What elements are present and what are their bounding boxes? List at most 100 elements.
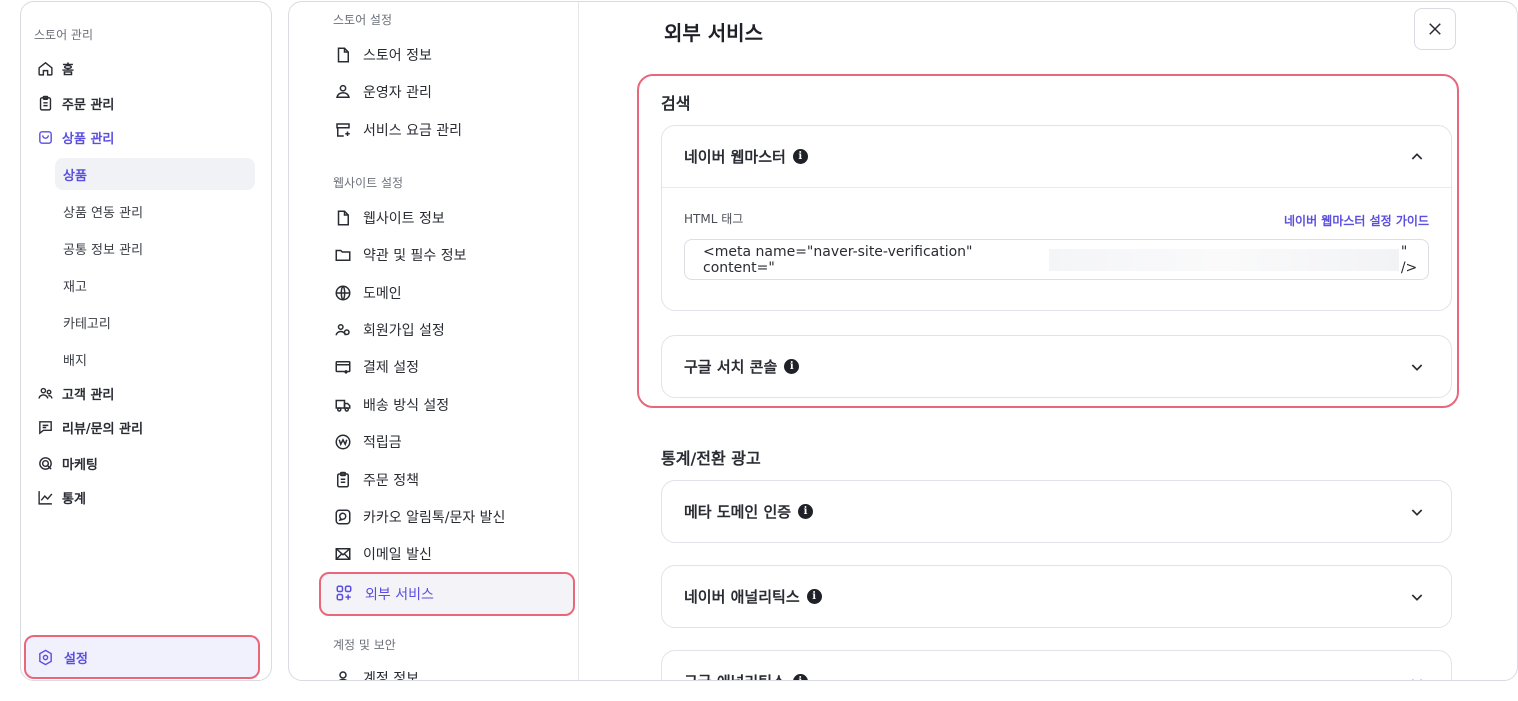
- card-icon: [333, 357, 353, 377]
- nav-item-operators[interactable]: 운영자 관리: [333, 77, 563, 107]
- settings-panel: 스토어 설정 스토어 정보 운영자 관리 서비스 요금 관리 웹사이트 설정 웹…: [288, 1, 1518, 681]
- meta-domain-title: 메타 도메인 인증: [684, 503, 792, 521]
- nav-item-label: 이메일 발신: [363, 547, 432, 563]
- nav-item-service-fee[interactable]: 서비스 요금 관리: [333, 115, 563, 145]
- google-search-console-title: 구글 서치 콘솔: [684, 358, 778, 376]
- naver-analytics-header: 네이버 애널리틱스 i: [662, 566, 1451, 627]
- chevron-up-icon[interactable]: [1409, 149, 1425, 165]
- page-title: 외부 서비스: [664, 21, 763, 45]
- search-group-title: 검색: [661, 94, 691, 113]
- close-button[interactable]: [1414, 8, 1456, 50]
- nav-item-label: 약관 및 필수 정보: [363, 248, 467, 264]
- nav-item-label: 결제 설정: [363, 360, 419, 376]
- sidebar-subitem-products[interactable]: 상품: [55, 158, 255, 190]
- clipboard-icon: [333, 470, 353, 490]
- clipboard-icon: [36, 94, 54, 112]
- target-icon: [36, 454, 54, 472]
- users-icon: [36, 384, 54, 402]
- info-icon[interactable]: i: [798, 504, 814, 519]
- google-analytics-card[interactable]: 구글 애널리틱스 i: [661, 650, 1452, 682]
- sidebar-subitem-common-info[interactable]: 공통 정보 관리: [55, 232, 255, 264]
- info-icon[interactable]: i: [792, 674, 808, 680]
- sidebar-item-home[interactable]: 홈: [31, 53, 253, 83]
- sidebar-item-label: 상품 관리: [62, 131, 115, 147]
- nav-item-external-services[interactable]: 외부 서비스: [319, 572, 575, 616]
- nav-item-order-policy[interactable]: 주문 정책: [333, 465, 563, 495]
- sidebar-item-marketing[interactable]: 마케팅: [31, 448, 253, 478]
- naver-webmaster-header[interactable]: 네이버 웹마스터 i: [662, 126, 1451, 187]
- bag-icon: [36, 128, 54, 146]
- nav-section-store: 스토어 설정: [333, 13, 393, 27]
- nav-item-label: 도메인: [363, 286, 402, 302]
- sidebar-item-settings[interactable]: 설정: [24, 635, 260, 679]
- close-icon: [1429, 23, 1441, 35]
- settings-nav: 스토어 설정 스토어 정보 운영자 관리 서비스 요금 관리 웹사이트 설정 웹…: [289, 2, 579, 680]
- nav-item-label: 적립금: [363, 435, 402, 451]
- meta-tag-redacted: [1048, 248, 1399, 271]
- naver-guide-link[interactable]: 네이버 웹마스터 설정 가이드: [1284, 212, 1429, 229]
- sidebar-item-reviews[interactable]: 리뷰/문의 관리: [31, 412, 253, 442]
- nav-item-label: 웹사이트 정보: [363, 211, 445, 227]
- sidebar-item-customers[interactable]: 고객 관리: [31, 378, 253, 408]
- operator-icon: [333, 82, 353, 102]
- content-area: 외부 서비스 검색 네이버 웹마스터 i HTML 태그 네이버 웹마스터 설정…: [580, 2, 1517, 680]
- nav-item-label: 주문 정책: [363, 473, 419, 489]
- nav-item-label: 카카오 알림톡/문자 발신: [363, 510, 506, 526]
- info-icon[interactable]: i: [792, 149, 808, 164]
- nav-item-payment[interactable]: 결제 설정: [333, 352, 563, 382]
- naver-webmaster-card: 네이버 웹마스터 i HTML 태그 네이버 웹마스터 설정 가이드 <meta…: [661, 125, 1452, 311]
- chevron-down-icon[interactable]: [1409, 359, 1425, 375]
- message-icon: [36, 418, 54, 436]
- sidebar-subitem-product-sync[interactable]: 상품 연동 관리: [55, 195, 255, 227]
- naver-analytics-title: 네이버 애널리틱스: [684, 588, 800, 606]
- google-analytics-header: 구글 애널리틱스 i: [662, 651, 1451, 682]
- sidebar-item-products[interactable]: 상품 관리: [31, 122, 253, 152]
- apps-plus-icon: [335, 584, 355, 604]
- nav-section-website: 웹사이트 설정: [333, 176, 404, 190]
- nav-item-label: 회원가입 설정: [363, 323, 445, 339]
- nav-item-account-info[interactable]: 계정 정보: [333, 663, 563, 680]
- nav-item-label: 서비스 요금 관리: [363, 123, 463, 139]
- nav-item-signup[interactable]: 회원가입 설정: [333, 315, 563, 345]
- meta-domain-header: 메타 도메인 인증 i: [662, 481, 1451, 542]
- file-icon: [333, 208, 353, 228]
- nav-item-points[interactable]: 적립금: [333, 427, 563, 457]
- sidebar-item-orders[interactable]: 주문 관리: [31, 88, 253, 118]
- naver-webmaster-title: 네이버 웹마스터: [684, 148, 786, 166]
- nav-item-label: 외부 서비스: [365, 587, 434, 603]
- gear-icon: [37, 649, 54, 666]
- folder-icon: [333, 245, 353, 265]
- meta-domain-card[interactable]: 메타 도메인 인증 i: [661, 480, 1452, 543]
- chevron-down-icon[interactable]: [1409, 504, 1425, 520]
- meta-tag-suffix: " />: [1400, 243, 1418, 276]
- info-icon[interactable]: i: [784, 359, 800, 374]
- sidebar-item-stats[interactable]: 통계: [31, 482, 253, 512]
- nav-item-shipping[interactable]: 배송 방식 설정: [333, 390, 563, 420]
- google-search-console-card[interactable]: 구글 서치 콘솔 i: [661, 335, 1452, 398]
- nav-item-label: 운영자 관리: [363, 85, 432, 101]
- sidebar-subitem-badge[interactable]: 배지: [55, 343, 255, 375]
- nav-item-email[interactable]: 이메일 발신: [333, 539, 563, 569]
- stats-group-title: 통계/전환 광고: [661, 449, 761, 468]
- naver-webmaster-body: HTML 태그 네이버 웹마스터 설정 가이드 <meta name="nave…: [662, 187, 1451, 310]
- nav-item-kakao[interactable]: 카카오 알림톡/문자 발신: [333, 502, 563, 532]
- chevron-down-icon[interactable]: [1409, 589, 1425, 605]
- chevron-down-icon[interactable]: [1409, 674, 1425, 682]
- meta-tag-prefix: <meta name="naver-site-verification" con…: [703, 243, 973, 276]
- nav-item-store-info[interactable]: 스토어 정보: [333, 40, 563, 70]
- sidebar-subitem-inventory[interactable]: 재고: [55, 269, 255, 301]
- sidebar-item-label: 주문 관리: [62, 97, 115, 113]
- won-coin-icon: [333, 432, 353, 452]
- globe-icon: [333, 283, 353, 303]
- sidebar-section-label: 스토어 관리: [34, 28, 94, 42]
- nav-item-terms[interactable]: 약관 및 필수 정보: [333, 240, 563, 270]
- nav-item-domain[interactable]: 도메인: [333, 278, 563, 308]
- nav-item-website-info[interactable]: 웹사이트 정보: [333, 203, 563, 233]
- sidebar-item-label: 리뷰/문의 관리: [62, 421, 144, 437]
- info-icon[interactable]: i: [806, 589, 822, 604]
- sidebar-subitem-category[interactable]: 카테고리: [55, 306, 255, 338]
- meta-tag-input[interactable]: <meta name="naver-site-verification" con…: [684, 239, 1429, 280]
- users-icon: [333, 320, 353, 340]
- naver-analytics-card[interactable]: 네이버 애널리틱스 i: [661, 565, 1452, 628]
- nav-item-label: 스토어 정보: [363, 48, 432, 64]
